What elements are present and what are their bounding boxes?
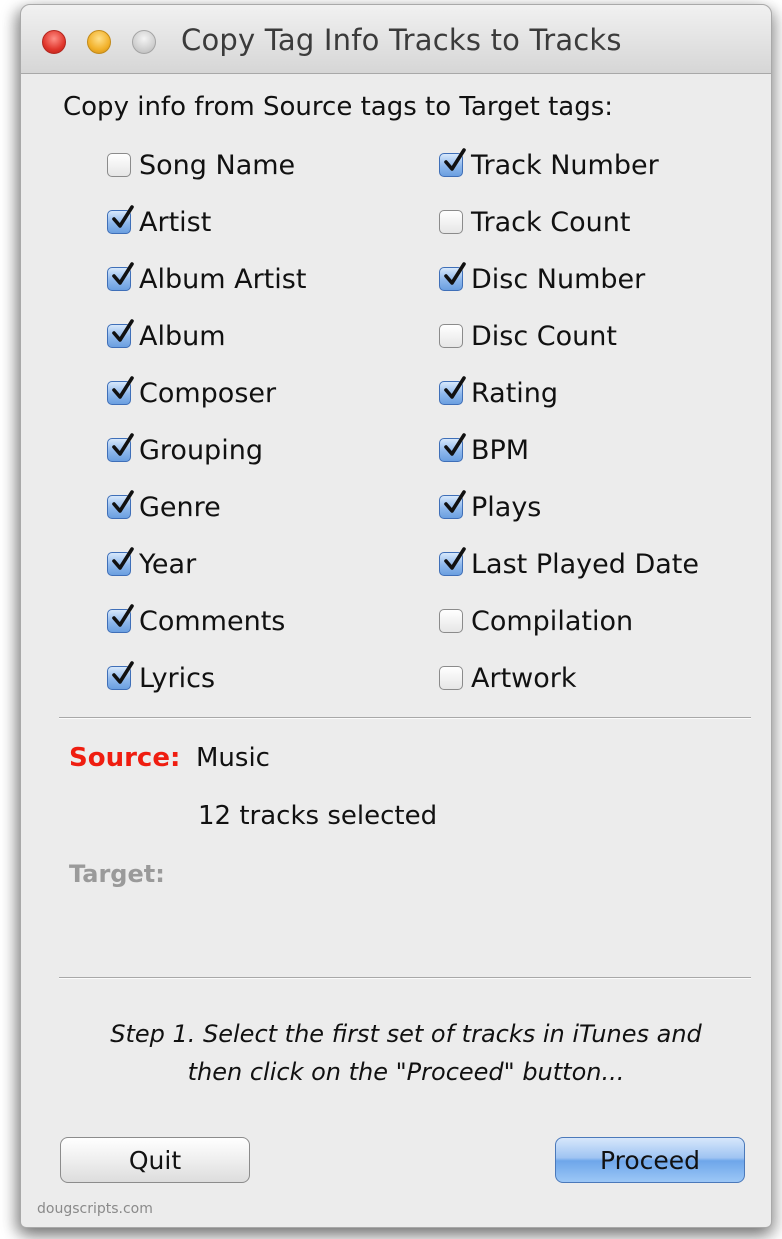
checkbox-box[interactable] xyxy=(439,376,466,405)
checkbox-rating[interactable]: Rating xyxy=(439,375,558,411)
checkbox-label: Compilation xyxy=(471,605,634,637)
checkbox-artwork[interactable]: Artwork xyxy=(439,660,577,696)
divider-bottom xyxy=(59,977,751,978)
checkbox-box[interactable] xyxy=(439,324,463,348)
instructions-line-2: then click on the "Proceed" button... xyxy=(187,1058,625,1086)
checkbox-year[interactable]: Year xyxy=(107,546,196,582)
checkbox-box[interactable] xyxy=(439,609,463,633)
checkbox-label: Song Name xyxy=(139,149,296,181)
quit-button[interactable]: Quit xyxy=(60,1137,250,1183)
checkbox-label: Disc Number xyxy=(471,263,646,295)
checkbox-box[interactable] xyxy=(107,262,134,291)
target-label: Target: xyxy=(69,860,165,888)
checkbox-box[interactable] xyxy=(107,547,134,576)
checkbox-label: BPM xyxy=(471,434,530,466)
title-bar[interactable]: Copy Tag Info Tracks to Tracks xyxy=(21,5,771,74)
zoom-button[interactable] xyxy=(132,30,156,54)
checkbox-label: Album xyxy=(139,320,226,352)
checkbox-album-artist[interactable]: Album Artist xyxy=(107,261,306,297)
dialog-window: Copy Tag Info Tracks to Tracks Copy info… xyxy=(20,4,772,1228)
checkmark-icon xyxy=(444,262,466,285)
checkmark-icon xyxy=(444,433,466,456)
checkbox-label: Rating xyxy=(471,377,559,409)
checkbox-box[interactable] xyxy=(107,604,134,633)
checkmark-icon xyxy=(112,490,134,513)
checkbox-box[interactable] xyxy=(439,433,466,462)
checkbox-box[interactable] xyxy=(107,205,134,234)
checkmark-icon xyxy=(112,547,134,570)
checkbox-label: Track Count xyxy=(471,206,631,238)
checkmark-icon xyxy=(112,376,134,399)
footer-credit: dougscripts.com xyxy=(37,1201,153,1217)
checkbox-label: Lyrics xyxy=(139,662,216,694)
source-value: Music xyxy=(196,743,270,773)
instructions-text: Step 1. Select the first set of tracks i… xyxy=(61,1015,751,1091)
checkbox-label: Genre xyxy=(139,491,221,523)
checkmark-icon xyxy=(444,376,466,399)
checkbox-label: Artwork xyxy=(471,662,577,694)
checkbox-grouping[interactable]: Grouping xyxy=(107,432,263,468)
checkbox-box[interactable] xyxy=(107,319,134,348)
options-heading: Copy info from Source tags to Target tag… xyxy=(63,92,614,122)
checkbox-box[interactable] xyxy=(439,148,466,177)
checkbox-label: Album Artist xyxy=(139,263,307,295)
proceed-button[interactable]: Proceed xyxy=(555,1137,745,1183)
window-title: Copy Tag Info Tracks to Tracks xyxy=(181,23,622,57)
minimize-button[interactable] xyxy=(87,30,111,54)
checkmark-icon xyxy=(112,604,134,627)
checkbox-disc-count[interactable]: Disc Count xyxy=(439,318,617,354)
checkmark-icon xyxy=(444,148,466,171)
checkbox-box[interactable] xyxy=(107,433,134,462)
checkbox-box[interactable] xyxy=(439,666,463,690)
checkbox-label: Plays xyxy=(471,491,542,523)
checkmark-icon xyxy=(112,319,134,342)
checkmark-icon xyxy=(112,433,134,456)
checkbox-track-count[interactable]: Track Count xyxy=(439,204,630,240)
checkbox-box[interactable] xyxy=(107,153,131,177)
checkbox-track-number[interactable]: Track Number xyxy=(439,147,659,183)
checkmark-icon xyxy=(112,262,134,285)
checkbox-comments[interactable]: Comments xyxy=(107,603,285,639)
checkbox-genre[interactable]: Genre xyxy=(107,489,221,525)
checkbox-plays[interactable]: Plays xyxy=(439,489,541,525)
instructions-line-1: Step 1. Select the first set of tracks i… xyxy=(110,1020,702,1048)
checkmark-icon xyxy=(112,205,134,228)
checkbox-box[interactable] xyxy=(439,490,466,519)
checkbox-label: Track Number xyxy=(471,149,659,181)
checkmark-icon xyxy=(444,490,466,513)
checkbox-box[interactable] xyxy=(439,547,466,576)
checkbox-artist[interactable]: Artist xyxy=(107,204,211,240)
source-track-count: 12 tracks selected xyxy=(198,801,438,831)
checkbox-disc-number[interactable]: Disc Number xyxy=(439,261,645,297)
checkbox-box[interactable] xyxy=(107,376,134,405)
checkbox-label: Comments xyxy=(139,605,286,637)
checkbox-box[interactable] xyxy=(107,490,134,519)
checkbox-box[interactable] xyxy=(107,661,134,690)
divider-top xyxy=(59,717,751,718)
source-label: Source: xyxy=(69,743,181,773)
close-button[interactable] xyxy=(42,30,66,54)
checkbox-song-name[interactable]: Song Name xyxy=(107,147,295,183)
checkbox-label: Disc Count xyxy=(471,320,617,352)
checkmark-icon xyxy=(444,547,466,570)
checkbox-box[interactable] xyxy=(439,210,463,234)
checkmark-icon xyxy=(112,661,134,684)
checkbox-label: Last Played Date xyxy=(471,548,699,580)
checkbox-compilation[interactable]: Compilation xyxy=(439,603,633,639)
checkbox-lyrics[interactable]: Lyrics xyxy=(107,660,215,696)
checkbox-last-played-date[interactable]: Last Played Date xyxy=(439,546,699,582)
checkbox-label: Composer xyxy=(139,377,277,409)
checkbox-album[interactable]: Album xyxy=(107,318,226,354)
checkbox-label: Year xyxy=(139,548,197,580)
checkbox-composer[interactable]: Composer xyxy=(107,375,276,411)
checkbox-label: Grouping xyxy=(139,434,263,466)
checkbox-bpm[interactable]: BPM xyxy=(439,432,529,468)
checkbox-box[interactable] xyxy=(439,262,466,291)
checkbox-label: Artist xyxy=(139,206,212,238)
